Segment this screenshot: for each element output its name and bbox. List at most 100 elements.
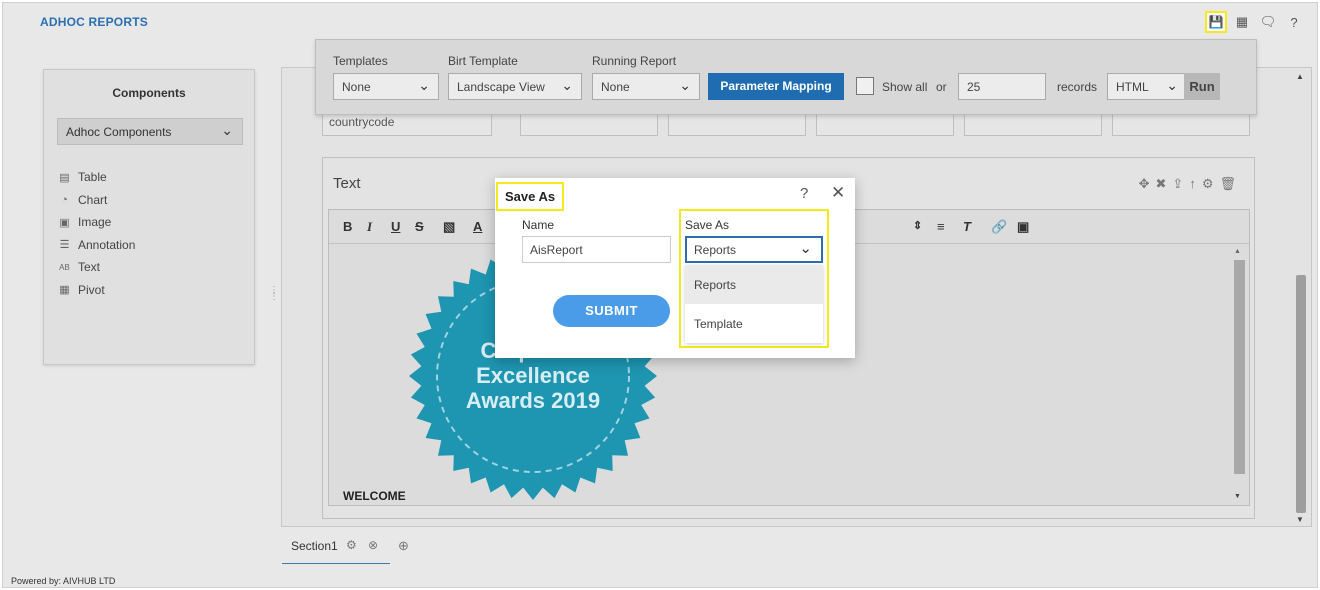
save-icon[interactable]: 💾 [1205, 11, 1227, 33]
text-icon: AB [59, 262, 70, 272]
close-icon[interactable]: ✕ [831, 183, 845, 203]
table-row: countrycode [322, 114, 1252, 136]
chevron-down-icon: ⌄ [561, 77, 573, 93]
table-cell[interactable] [816, 114, 954, 136]
italic-icon[interactable]: I [367, 219, 372, 235]
birt-template-select[interactable]: Landscape View ⌄ [448, 73, 582, 100]
save-as-select[interactable]: Reports ⌄ [685, 236, 823, 263]
table-cell[interactable]: countrycode [322, 114, 492, 136]
export-icon[interactable]: ⇪ [1172, 176, 1183, 192]
close-circle-icon[interactable]: ⊗ [368, 538, 378, 552]
comment-icon[interactable]: 🗨 [1257, 11, 1279, 33]
components-title: Components [112, 86, 186, 100]
report-toolbar: Templates None ⌄ Birt Template Landscape… [315, 39, 1257, 115]
chevron-down-icon: ⌄ [1166, 77, 1178, 93]
help-icon[interactable]: ? [1283, 11, 1305, 33]
app-title: ADHOC REPORTS [40, 15, 148, 29]
table-cell[interactable] [964, 114, 1102, 136]
component-item-annotation[interactable]: ☰ Annotation [58, 234, 136, 257]
save-as-value: Reports [694, 243, 737, 257]
chevron-down-icon: ⌄ [799, 240, 812, 257]
pivot-icon: ▦ [59, 284, 70, 297]
save-as-label: Save As [685, 218, 730, 232]
annotation-icon: ☰ [59, 239, 70, 252]
option-reports[interactable]: Reports [685, 265, 823, 304]
welcome-text: WELCOME [343, 489, 406, 503]
help-icon[interactable]: ? [800, 185, 808, 202]
panel-icon-bar: ✥ ✖ ⇪ ↑ ⚙ 🗑 [1139, 176, 1236, 192]
run-button[interactable]: Run [1184, 73, 1220, 100]
line-height-icon[interactable]: ⇕ [913, 219, 922, 232]
name-label: Name [522, 218, 555, 232]
component-label: Text [78, 260, 101, 275]
component-label: Image [78, 215, 112, 230]
component-label: Table [78, 170, 107, 185]
chevron-down-icon: ⌄ [418, 77, 430, 93]
show-all-label: Show all [882, 80, 928, 94]
or-label: or [936, 80, 947, 94]
remove-format-icon[interactable]: T [963, 219, 971, 234]
gear-icon[interactable]: ⚙ [1202, 176, 1214, 192]
image-icon[interactable]: ▣ [1017, 219, 1029, 235]
top-icon-bar: 💾 ▦ 🗨 ? [1205, 11, 1305, 33]
gear-icon[interactable]: ⚙ [346, 538, 357, 552]
running-report-label: Running Report [592, 54, 677, 68]
component-item-image[interactable]: ▣ Image [58, 211, 135, 234]
option-template[interactable]: Template [685, 304, 823, 343]
underline-icon[interactable]: U [391, 219, 400, 234]
table-cell[interactable] [1112, 114, 1250, 136]
align-icon[interactable]: ≡ [937, 219, 945, 234]
badge-line-3: Awards 2019 [466, 388, 600, 413]
scroll-thumb[interactable] [1296, 275, 1306, 513]
component-label: Pivot [78, 282, 105, 297]
trash-icon[interactable]: 🗑 [1219, 176, 1236, 192]
canvas-scrollbar[interactable]: ▲ ▼ [1295, 70, 1307, 524]
show-all-checkbox[interactable] [856, 77, 874, 95]
clear-format-icon[interactable]: ▧ [443, 219, 455, 235]
text-panel-title: Text [333, 175, 361, 192]
components-select[interactable]: Adhoc Components ⌄ [57, 118, 243, 145]
editor-scrollbar[interactable]: ▲ ▼ [1234, 248, 1245, 500]
name-input[interactable]: AisReport [522, 236, 671, 263]
badge-line-2: Excellence [476, 363, 590, 388]
records-label: records [1057, 80, 1098, 94]
templates-select[interactable]: None ⌄ [333, 73, 439, 100]
component-label: Annotation [78, 237, 136, 252]
font-color-icon[interactable]: A [473, 219, 482, 234]
table-cell[interactable] [668, 114, 806, 136]
format-select[interactable]: HTML ⌄ [1107, 73, 1187, 100]
scroll-up-icon[interactable]: ▲ [1296, 72, 1304, 81]
image-icon: ▣ [59, 216, 70, 229]
component-item-pivot[interactable]: ▦ Pivot [58, 279, 135, 302]
strikethrough-icon[interactable]: S [415, 219, 424, 234]
collapse-icon[interactable]: ✖ [1156, 176, 1167, 192]
templates-value: None [342, 80, 371, 94]
scroll-down-icon[interactable]: ▼ [1234, 493, 1241, 500]
chevron-down-icon: ⌄ [679, 77, 691, 93]
scroll-up-icon[interactable]: ▲ [1234, 248, 1241, 255]
save-as-dropdown: Reports Template [685, 265, 823, 343]
tab-section1[interactable]: Section1 ⚙ ⊗ [282, 531, 390, 564]
templates-label: Templates [333, 54, 388, 68]
link-icon[interactable]: 🔗 [991, 219, 1007, 235]
table-icon[interactable]: ▦ [1231, 11, 1253, 33]
component-item-table[interactable]: ▤ Table [58, 166, 135, 189]
scroll-thumb[interactable] [1234, 260, 1245, 474]
arrow-up-icon[interactable]: ↑ [1189, 176, 1196, 192]
cell-text: countrycode [329, 115, 395, 129]
scroll-down-icon[interactable]: ▼ [1296, 515, 1304, 524]
birt-template-label: Birt Template [448, 54, 518, 68]
birt-template-value: Landscape View [457, 80, 545, 94]
records-input[interactable]: 25 [958, 73, 1046, 100]
submit-button[interactable]: SUBMIT [553, 295, 670, 327]
add-section-icon[interactable]: ⊕ [398, 538, 409, 554]
component-item-text[interactable]: AB Text [58, 256, 135, 279]
running-report-value: None [601, 80, 630, 94]
bold-icon[interactable]: B [343, 219, 352, 234]
component-item-chart[interactable]: ◔ Chart [58, 189, 135, 212]
running-report-select[interactable]: None ⌄ [592, 73, 700, 100]
table-cell[interactable] [520, 114, 658, 136]
parameter-mapping-button[interactable]: Parameter Mapping [708, 73, 844, 100]
panel-resize-handle[interactable]: ⋮⋮ ⋮⋮ [269, 286, 288, 314]
move-icon[interactable]: ✥ [1139, 176, 1150, 192]
